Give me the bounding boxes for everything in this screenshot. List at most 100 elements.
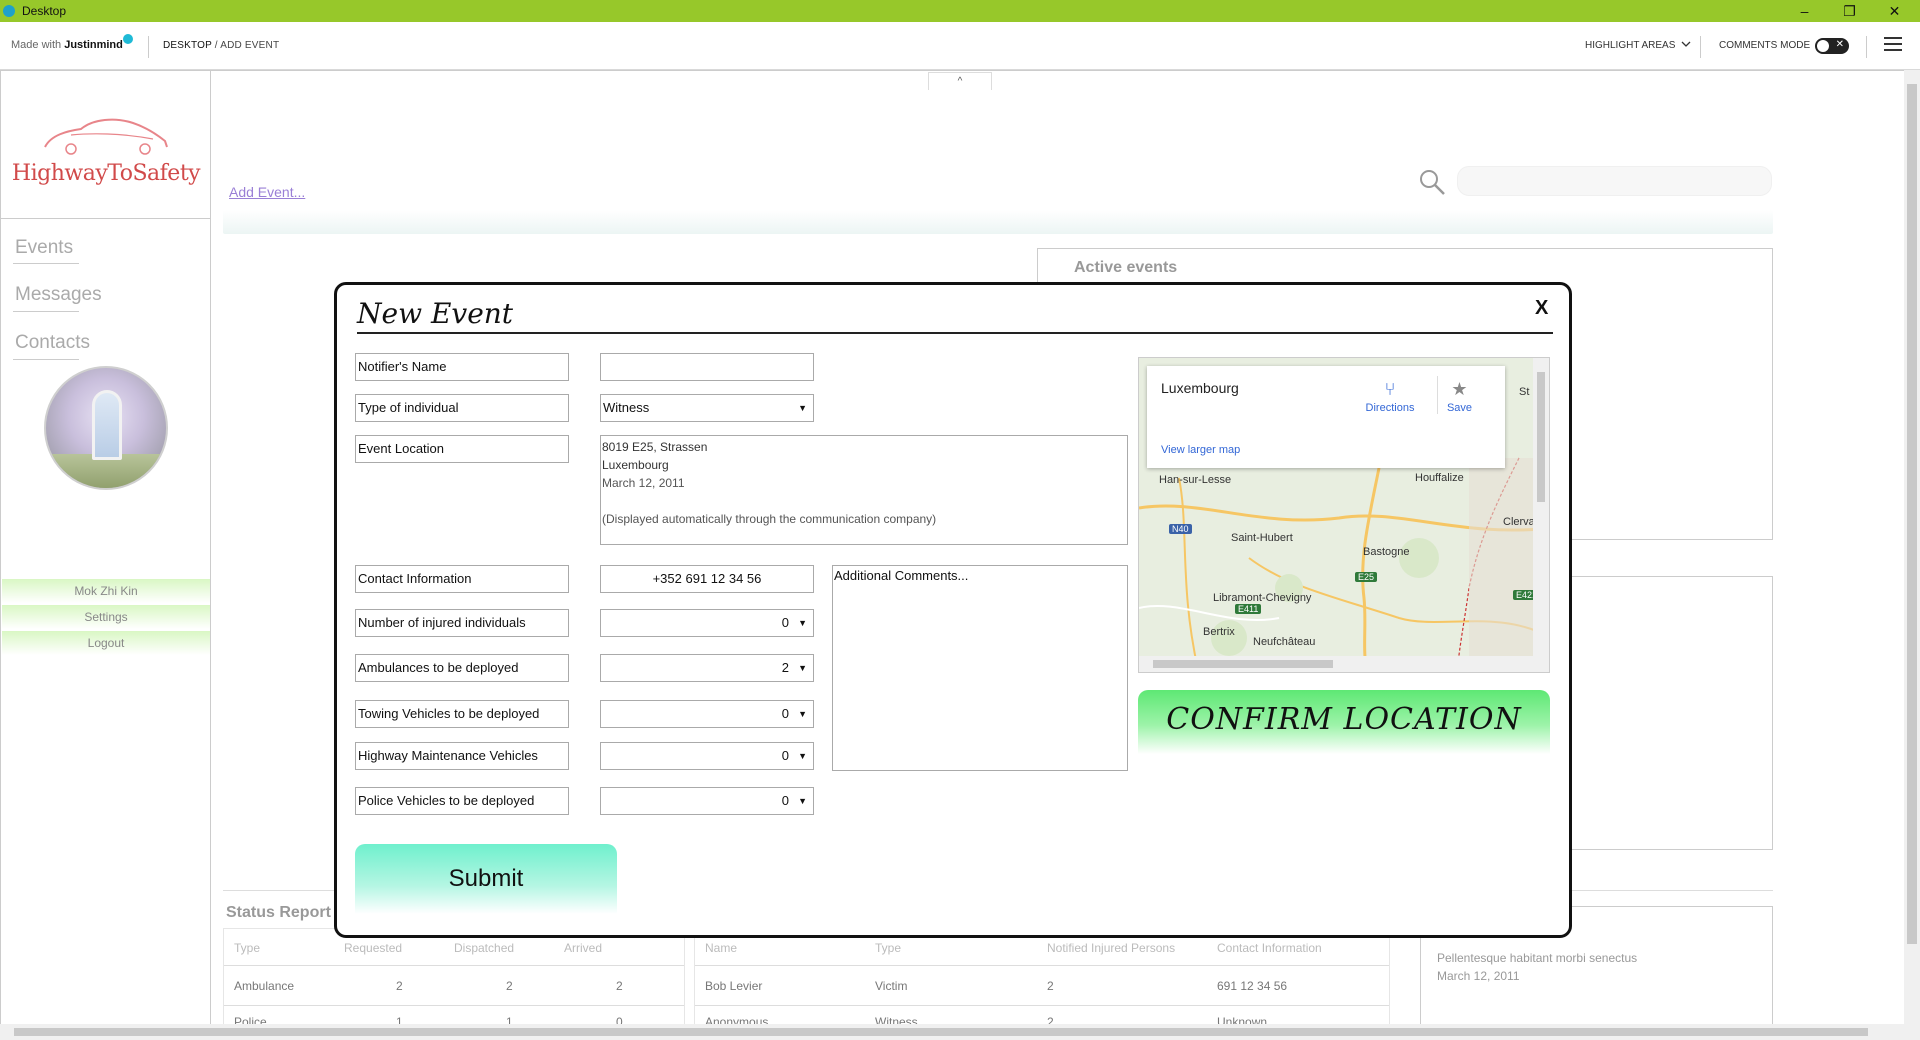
type-individual-select[interactable]: Witness ▼ <box>600 394 814 422</box>
search-icon[interactable] <box>1418 168 1446 196</box>
add-event-link[interactable]: Add Event... <box>229 184 305 200</box>
message-preview-date: March 12, 2011 <box>1437 969 1520 983</box>
toggle-knob <box>1817 40 1829 52</box>
row-divider <box>695 965 1389 966</box>
location-map[interactable]: Rochefort Han-sur-Lesse Houffalize Clerv… <box>1138 357 1550 673</box>
police-select[interactable]: 0 ▼ <box>600 787 814 815</box>
label-maintenance: Highway Maintenance Vehicles <box>355 742 569 770</box>
scroll-thumb[interactable] <box>1153 660 1333 668</box>
row-divider <box>224 965 684 966</box>
prototype-toolbar: Made with Justinmind DESKTOP / ADD EVENT… <box>0 22 1920 90</box>
people-col-injured: Notified Injured Persons <box>1047 941 1176 955</box>
label-notifier-name: Notifier's Name <box>355 353 569 381</box>
dropdown-arrow-icon: ▼ <box>798 403 807 413</box>
status-cell: 2 <box>396 979 403 993</box>
settings-link[interactable]: Settings <box>2 605 210 629</box>
row-divider <box>695 1005 1389 1006</box>
breadcrumb-current: ADD EVENT <box>220 40 280 51</box>
nav-events[interactable]: Events <box>15 237 73 259</box>
toggle-off-icon: ✕ <box>1835 39 1844 50</box>
car-logo-icon <box>44 118 168 155</box>
search-input[interactable] <box>1457 166 1772 196</box>
people-cell: Bob Levier <box>705 979 763 993</box>
label-type-individual: Type of individual <box>355 394 569 422</box>
status-col-type: Type <box>234 941 261 955</box>
ambulances-select[interactable]: 2 ▼ <box>600 654 814 682</box>
people-col-name: Name <box>705 941 738 955</box>
additional-comments-textarea[interactable]: Additional Comments... <box>832 565 1128 771</box>
status-cell: 2 <box>506 979 513 993</box>
confirm-location-button[interactable]: CONFIRM LOCATION <box>1138 690 1550 754</box>
highlight-areas-label: HIGHLIGHT AREAS <box>1585 40 1676 51</box>
notifier-name-input[interactable] <box>600 353 814 381</box>
maintenance-value: 0 <box>781 748 789 763</box>
injured-select[interactable]: 0 ▼ <box>600 609 814 637</box>
contact-info-input[interactable]: +352 691 12 34 56 <box>600 565 814 593</box>
logo-area: HighwayToSafety <box>1 71 211 219</box>
label-ambulances: Ambulances to be deployed <box>355 654 569 682</box>
submit-button[interactable]: Submit <box>355 844 617 914</box>
view-larger-map-link[interactable]: View larger map <box>1161 444 1240 456</box>
location-date: March 12, 2011 <box>602 476 685 490</box>
breadcrumb-root[interactable]: DESKTOP <box>163 40 212 51</box>
close-window-button[interactable]: ✕ <box>1872 0 1917 22</box>
location-note: (Displayed automatically through the com… <box>602 512 937 526</box>
minimize-button[interactable]: – <box>1782 0 1827 22</box>
star-icon: ★ <box>1451 379 1468 399</box>
status-col-dispatched: Dispatched <box>454 941 515 955</box>
save-label: Save <box>1446 402 1473 414</box>
comments-mode-label: COMMENTS MODE <box>1719 40 1811 51</box>
scroll-thumb[interactable] <box>14 1028 1868 1036</box>
map-vertical-scrollbar[interactable] <box>1533 358 1549 658</box>
brand-name: Justinmind <box>64 39 123 51</box>
scroll-thumb[interactable] <box>1537 372 1545 502</box>
page-vertical-scrollbar[interactable] <box>1904 70 1920 1024</box>
nav-underline <box>13 359 79 360</box>
maintenance-select[interactable]: 0 ▼ <box>600 742 814 770</box>
logo-text: HighwayToSafety <box>11 161 201 186</box>
close-dialog-button[interactable]: X <box>1535 297 1548 320</box>
people-cell: Victim <box>875 979 908 993</box>
map-label: Houffalize <box>1415 472 1464 484</box>
dropdown-arrow-icon: ▼ <box>798 663 807 673</box>
directions-icon: ⑂ <box>1384 379 1396 399</box>
active-events-title: Active events <box>1074 259 1178 276</box>
event-location-display: 8019 E25, Strassen Luxembourg March 12, … <box>600 435 1128 545</box>
app-icon <box>3 5 15 17</box>
page-horizontal-scrollbar[interactable] <box>0 1024 1920 1040</box>
scroll-thumb[interactable] <box>1907 84 1917 944</box>
divider <box>1700 36 1701 58</box>
status-col-requested: Requested <box>344 941 403 955</box>
towing-select[interactable]: 0 ▼ <box>600 700 814 728</box>
restore-button[interactable]: ❐ <box>1827 0 1872 22</box>
nav-messages[interactable]: Messages <box>15 284 102 306</box>
menu-icon[interactable] <box>1884 37 1902 51</box>
map-place-name: Luxembourg <box>1161 380 1239 396</box>
people-col-type: Type <box>875 941 902 955</box>
nav-contacts[interactable]: Contacts <box>15 332 90 354</box>
label-injured: Number of injured individuals <box>355 609 569 637</box>
made-with-text: Made with <box>11 39 62 51</box>
dialog-title: New Event <box>357 297 514 330</box>
save-place-button[interactable]: ★ Save <box>1437 376 1481 414</box>
directions-button[interactable]: ⑂ Directions <box>1363 376 1417 414</box>
nav-underline <box>13 311 79 312</box>
title-divider <box>357 332 1553 334</box>
people-col-contact: Contact Information <box>1217 941 1322 955</box>
map-label: Bertrix <box>1203 626 1235 638</box>
ambulances-value: 2 <box>781 660 789 675</box>
status-col-arrived: Arrived <box>564 941 603 955</box>
directions-label: Directions <box>1365 402 1415 414</box>
status-cell: 2 <box>616 979 623 993</box>
map-horizontal-scrollbar[interactable] <box>1139 656 1549 672</box>
police-value: 0 <box>781 793 789 808</box>
comments-mode-toggle[interactable]: ✕ <box>1815 38 1849 54</box>
highlight-areas-dropdown[interactable]: HIGHLIGHT AREAS <box>1585 40 1691 51</box>
map-label: St <box>1519 386 1530 398</box>
map-label: Han-sur-Lesse <box>1159 474 1232 486</box>
breadcrumb-separator: / <box>211 40 221 51</box>
logout-link[interactable]: Logout <box>2 631 210 655</box>
towing-value: 0 <box>781 706 789 721</box>
dropdown-arrow-icon: ▼ <box>798 618 807 628</box>
people-table: Name Type Notified Injured Persons Conta… <box>694 928 1390 1029</box>
